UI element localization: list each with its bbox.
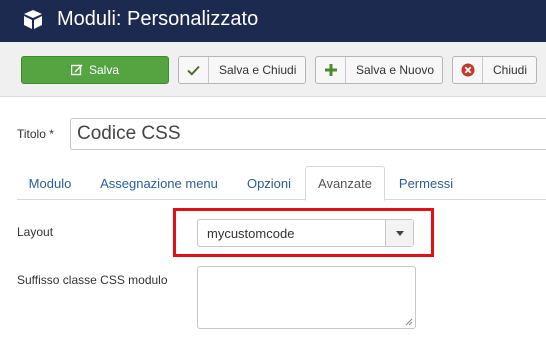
close-button[interactable]: Chiudi [452, 56, 537, 84]
save-button-label: Salva [88, 63, 120, 77]
close-circle-icon [453, 57, 483, 83]
save-button[interactable]: Salva [21, 56, 169, 84]
chevron-down-icon[interactable] [385, 220, 413, 246]
save-new-button[interactable]: Salva e Nuovo [315, 56, 443, 84]
tab-modulo[interactable]: Modulo [17, 166, 83, 200]
tab-bar: Modulo Assegnazione menu Opzioni Avanzat… [17, 166, 546, 201]
save-close-label: Salva e Chiudi [219, 63, 297, 77]
edit-icon [70, 57, 83, 83]
tab-assegnazione-menu[interactable]: Assegnazione menu [89, 166, 229, 200]
page-title: Moduli: Personalizzato [57, 8, 259, 30]
tab-opzioni[interactable]: Opzioni [237, 166, 301, 200]
save-close-button[interactable]: Salva e Chiudi [178, 56, 306, 84]
close-label: Chiudi [493, 63, 528, 77]
toolbar: Salva Salva e Chiudi Salva e Nuovo Chiud… [0, 42, 546, 97]
tab-avanzate[interactable]: Avanzate [305, 166, 385, 201]
app-header: Moduli: Personalizzato [0, 0, 546, 42]
title-label: Titolo * [17, 127, 54, 141]
resize-grip-icon[interactable] [405, 318, 413, 326]
css-suffix-label: Suffisso classe CSS modulo [17, 273, 168, 287]
layout-select-value: mycustomcode [207, 225, 295, 241]
plus-icon [316, 57, 346, 83]
save-new-label: Salva e Nuovo [356, 63, 435, 77]
css-suffix-textarea[interactable] [197, 266, 416, 329]
checkmark-icon [179, 57, 209, 83]
layout-select[interactable]: mycustomcode [197, 219, 414, 247]
tab-permessi[interactable]: Permessi [389, 166, 463, 200]
cube-icon [24, 10, 42, 29]
layout-label: Layout [17, 225, 54, 239]
title-input[interactable]: Codice CSS [70, 118, 546, 150]
